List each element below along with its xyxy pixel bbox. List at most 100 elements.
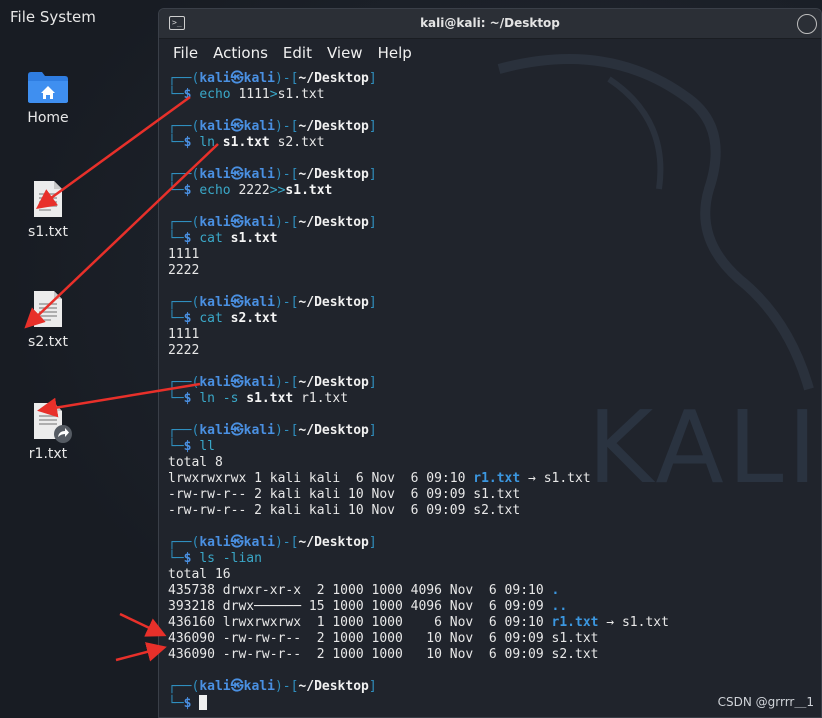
prompt-path: ~/Desktop — [298, 535, 369, 550]
command-arg — [223, 311, 231, 326]
prompt-bracket: ] — [368, 375, 377, 390]
prompt-line: ┌──(kali㉿kali)-[~/Desktop] — [168, 167, 821, 183]
prompt-user-host: kali㉿kali — [199, 375, 275, 390]
symlink-file-icon — [33, 402, 72, 443]
prompt-bracket: └─ — [168, 231, 184, 246]
title-bar[interactable]: >_ kali@kali: ~/Desktop — [159, 9, 821, 39]
command-name: ln — [199, 135, 215, 150]
prompt-dollar: $ — [183, 311, 200, 326]
text-cursor — [199, 695, 208, 710]
desktop-icon-home[interactable]: Home — [3, 70, 93, 126]
prompt-line: ┌──(kali㉿kali)-[~/Desktop] — [168, 375, 821, 391]
prompt-path: ~/Desktop — [298, 295, 369, 310]
prompt-bracket: ] — [368, 535, 377, 550]
command-line: └─$ echo 1111>s1.txt — [168, 87, 821, 103]
prompt-user-host: kali㉿kali — [199, 167, 275, 182]
prompt-bracket: ] — [368, 119, 377, 134]
output-line: 436090 -rw-rw-r-- 2 1000 1000 10 Nov 6 0… — [168, 647, 821, 663]
output-text: r1.txt — [551, 615, 599, 630]
menu-file[interactable]: File — [173, 44, 198, 62]
command-arg: s2.txt — [269, 135, 325, 150]
prompt-bracket: )-[ — [274, 375, 299, 390]
output-line: -rw-rw-r-- 2 kali kali 10 Nov 6 09:09 s2… — [168, 503, 821, 519]
output-line: 2222 — [168, 343, 821, 359]
menu-help[interactable]: Help — [378, 44, 412, 62]
desktop-icon-s1[interactable]: s1.txt — [3, 180, 93, 240]
menu-actions[interactable]: Actions — [213, 44, 268, 62]
command-arg: r1.txt — [293, 391, 349, 406]
output-line: 2222 — [168, 263, 821, 279]
prompt-bracket: ┌──( — [168, 535, 200, 550]
prompt-path: ~/Desktop — [298, 679, 369, 694]
prompt-line: ┌──(kali㉿kali)-[~/Desktop] — [168, 423, 821, 439]
output-line: 436090 -rw-rw-r-- 2 1000 1000 10 Nov 6 0… — [168, 631, 821, 647]
output-text: . — [551, 583, 560, 598]
prompt-bracket: ┌──( — [168, 215, 200, 230]
prompt-bracket: └─ — [168, 311, 184, 326]
command-line: └─$ echo 2222>>s1.txt — [168, 183, 821, 199]
command-arg: s1.txt — [230, 231, 278, 246]
output-line: 1111 — [168, 247, 821, 263]
text-file-icon — [33, 180, 63, 218]
output-text: .. — [551, 599, 568, 614]
prompt-line: ┌──(kali㉿kali)-[~/Desktop] — [168, 535, 821, 551]
desktop-icon-r1[interactable]: r1.txt — [3, 402, 93, 462]
prompt-bracket: )-[ — [274, 71, 299, 86]
prompt-user-host: kali㉿kali — [199, 423, 275, 438]
desktop-icon-s2[interactable]: s2.txt — [3, 290, 93, 350]
prompt-dollar: $ — [183, 231, 200, 246]
prompt-bracket: )-[ — [274, 215, 299, 230]
command-name: ls — [199, 551, 215, 566]
menu-view[interactable]: View — [327, 44, 363, 62]
prompt-user-host: kali㉿kali — [199, 71, 275, 86]
prompt-user-host: kali㉿kali — [199, 679, 275, 694]
prompt-bracket: └─ — [168, 135, 184, 150]
output-text: 1111 — [168, 247, 200, 262]
output-text: 2222 — [168, 263, 200, 278]
terminal-window[interactable]: >_ kali@kali: ~/Desktop File Actions Edi… — [158, 8, 822, 718]
command-arg: >> — [269, 183, 286, 198]
command-name: cat — [199, 231, 223, 246]
output-text: 393218 drwx────── 15 1000 1000 4096 Nov … — [168, 599, 552, 614]
command-line: └─$ ll — [168, 439, 821, 455]
prompt-dollar: $ — [183, 696, 200, 711]
output-line: 393218 drwx────── 15 1000 1000 4096 Nov … — [168, 599, 821, 615]
command-arg — [215, 135, 223, 150]
command-name: cat — [199, 311, 223, 326]
command-arg: s1.txt — [246, 391, 294, 406]
prompt-bracket: ┌──( — [168, 167, 200, 182]
prompt-bracket: └─ — [168, 87, 184, 102]
command-name: echo — [199, 183, 231, 198]
prompt-line: ┌──(kali㉿kali)-[~/Desktop] — [168, 119, 821, 135]
prompt-bracket: )-[ — [274, 423, 299, 438]
output-text: lrwxrwxrwx 1 kali kali 6 Nov 6 09:10 — [168, 471, 474, 486]
command-name: ll — [199, 439, 215, 454]
prompt-bracket: ] — [368, 295, 377, 310]
desktop-icon-label: Home — [27, 110, 69, 126]
prompt-bracket: ┌──( — [168, 375, 200, 390]
terminal-output[interactable]: ┌──(kali㉿kali)-[~/Desktop] └─$ echo 1111>… — [159, 67, 821, 711]
command-line: └─$ ln -s s1.txt r1.txt — [168, 391, 821, 407]
prompt-user-host: kali㉿kali — [199, 295, 275, 310]
close-window-button[interactable] — [797, 14, 817, 34]
prompt-bracket: ] — [368, 167, 377, 182]
command-line: └─$ cat s2.txt — [168, 311, 821, 327]
prompt-bracket: ] — [368, 679, 377, 694]
output-line: total 16 — [168, 567, 821, 583]
prompt-bracket: )-[ — [274, 119, 299, 134]
output-text: 436090 -rw-rw-r-- 2 1000 1000 10 Nov 6 0… — [168, 631, 599, 646]
menu-edit[interactable]: Edit — [283, 44, 312, 62]
prompt-line: ┌──(kali㉿kali)-[~/Desktop] — [168, 295, 821, 311]
prompt-path: ~/Desktop — [298, 375, 369, 390]
command-arg: s2.txt — [230, 311, 278, 326]
prompt-user-host: kali㉿kali — [199, 535, 275, 550]
prompt-bracket: ┌──( — [168, 71, 200, 86]
prompt-bracket: ┌──( — [168, 423, 200, 438]
file-system-label[interactable]: File System — [10, 8, 96, 26]
output-text: 436160 lrwxrwxrwx 1 1000 1000 6 Nov 6 09… — [168, 615, 552, 630]
command-arg: s1.txt — [277, 87, 325, 102]
command-line: └─$ ls -lian — [168, 551, 821, 567]
